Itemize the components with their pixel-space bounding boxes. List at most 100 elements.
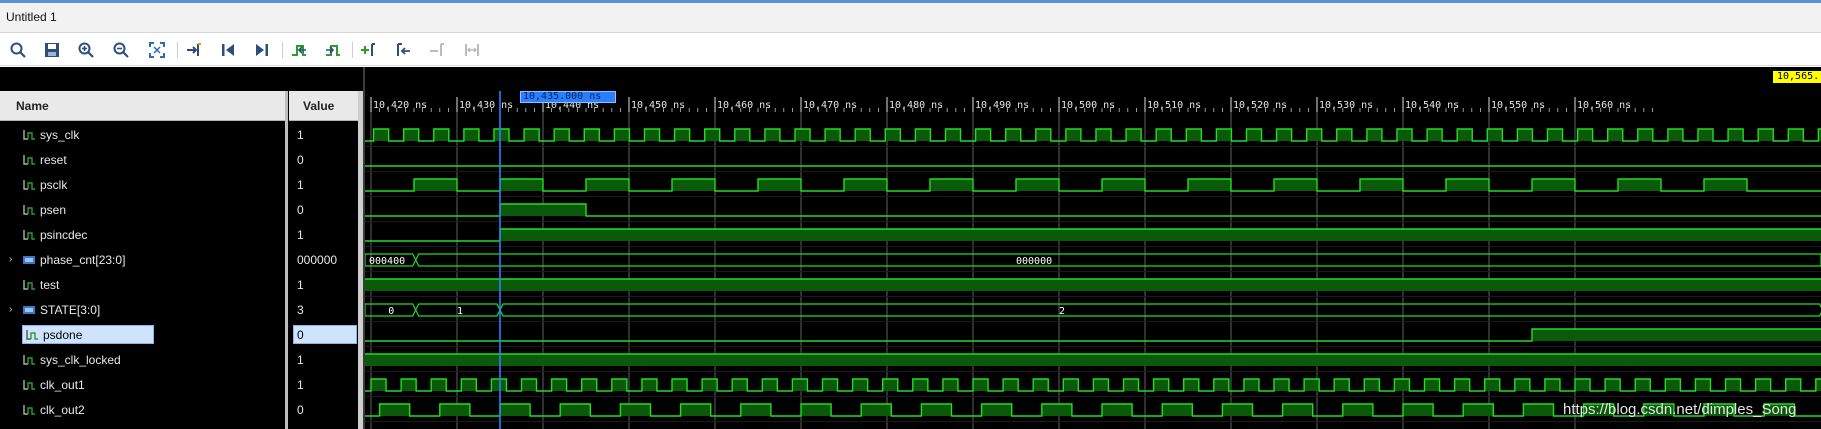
psclk-high-fill [1532,179,1575,191]
signal-value[interactable]: 0 [297,400,304,419]
prev-marker-icon[interactable] [393,40,413,60]
ruler-tick-label: 10,530 ns [1319,100,1373,111]
clock-high-fill [463,129,479,141]
signal-row[interactable]: › phase_cnt[23:0] 000000 [0,247,363,272]
clock-high-fill [1162,404,1193,416]
signal-name[interactable]: psen [22,200,66,219]
watermark: https://blog.csdn.net/dimples_Song [1563,401,1797,418]
signal-row[interactable]: clk_out2 0 [0,397,363,422]
clock-high-fill [1514,379,1530,391]
clock-high-fill [1635,379,1651,391]
wire-signal-icon [22,279,36,291]
clock-high-fill [524,129,540,141]
clock-high-fill [1123,379,1139,391]
prev-transition-icon[interactable] [289,40,309,60]
signal-row[interactable]: psen 0 [0,197,363,222]
marker-time-label[interactable]: 10,565. [1773,71,1821,83]
clock-high-fill [1364,379,1380,391]
psclk-high-fill [1704,179,1747,191]
signal-value[interactable]: 1 [297,375,304,394]
clock-high-fill [1003,379,1019,391]
goto-end-icon[interactable] [252,40,272,60]
clock-high-fill [1728,129,1744,141]
search-icon[interactable] [8,40,28,60]
clock-high-fill [560,404,591,416]
clock-high-fill [461,379,477,391]
name-column-header[interactable]: Name [0,91,285,121]
psclk-high-fill [844,179,887,191]
signal-value[interactable]: 1 [297,175,304,194]
signal-value[interactable]: 0 [297,200,304,219]
signal-value[interactable]: 0 [293,325,357,344]
clock-high-fill [1216,129,1232,141]
clock-high-fill [1183,379,1199,391]
save-icon[interactable] [42,40,62,60]
psen-wave-fill [500,204,586,216]
clock-high-fill [825,129,841,141]
name-header-label: Name [16,99,49,113]
signal-value[interactable]: 1 [297,125,304,144]
next-marker-icon[interactable] [427,40,447,60]
expand-chevron-icon[interactable]: › [9,304,12,315]
next-transition-icon[interactable] [323,40,343,60]
clock-high-fill [921,404,952,416]
clock-high-fill [491,379,507,391]
clock-high-fill [942,379,958,391]
value-column-header[interactable]: Value [289,91,363,121]
signal-value[interactable]: 3 [297,300,304,319]
signal-name[interactable]: reset [22,150,67,169]
signal-name[interactable]: phase_cnt[23:0] [22,250,125,269]
signal-row[interactable]: sys_clk_locked 1 [0,347,363,372]
signal-name[interactable]: test [22,275,59,294]
signal-row[interactable]: sys_clk 1 [0,122,363,147]
signal-value[interactable]: 0 [297,150,304,169]
expand-chevron-icon[interactable]: › [9,254,12,265]
signal-name[interactable]: clk_out1 [22,375,85,394]
clock-high-fill [439,404,470,416]
signal-name[interactable]: sys_clk_locked [22,350,121,369]
signal-name[interactable]: sys_clk [22,125,79,144]
signal-row[interactable]: reset 0 [0,147,363,172]
signal-name[interactable]: psclk [22,175,67,194]
signal-name[interactable]: STATE[3:0] [22,300,100,319]
signal-name[interactable]: psdone [22,325,154,344]
clock-high-fill [1544,379,1560,391]
ruler-tick-label: 10,510 ns [1147,100,1201,111]
signal-row[interactable]: psclk 1 [0,172,363,197]
zoom-out-icon[interactable] [111,40,131,60]
zoom-fit-icon[interactable] [147,40,167,60]
zoom-in-icon[interactable] [76,40,96,60]
signal-row[interactable]: › STATE[3:0] 3 [0,297,363,322]
signal-value[interactable]: 1 [297,350,304,369]
signal-name[interactable]: clk_out2 [22,400,85,419]
swap-cursors-icon[interactable] [462,40,482,60]
clock-high-fill [1577,129,1593,141]
clock-high-fill [373,129,389,141]
signal-name-label: psclk [40,177,68,192]
signal-row[interactable]: psdone 0 [0,322,363,347]
signal-value[interactable]: 1 [297,275,304,294]
clock-high-fill [1665,379,1681,391]
add-marker-icon[interactable] [358,40,378,60]
signal-row[interactable]: clk_out1 1 [0,372,363,397]
cursor-time-label[interactable]: 10,435.000 ns [520,91,616,103]
clock-high-fill [581,379,597,391]
signal-row[interactable]: psincdec 1 [0,222,363,247]
goto-cursor-icon[interactable] [184,40,204,60]
signal-row[interactable]: test 1 [0,272,363,297]
column-splitter[interactable] [285,91,288,429]
ruler-tick-label: 10,480 ns [889,100,943,111]
clock-high-fill [403,129,419,141]
signal-name-label: psen [40,202,67,217]
signal-value[interactable]: 000000 [297,250,337,269]
clock-high-fill [822,379,838,391]
clock-high-fill [1156,129,1172,141]
clock-high-fill [1102,404,1133,416]
signal-name[interactable]: psincdec [22,225,87,244]
waveform-canvas[interactable]: 10,420 ns 10,430 ns 10,440 ns 10,450 ns 10,4… [365,67,1821,429]
goto-start-icon[interactable] [218,40,238,60]
clock-high-fill [1033,379,1049,391]
waveform-area[interactable]: 10,420 ns 10,430 ns 10,440 ns 10,450 ns 10,4… [363,67,1821,429]
clock-high-fill [554,129,570,141]
signal-value[interactable]: 1 [297,225,304,244]
